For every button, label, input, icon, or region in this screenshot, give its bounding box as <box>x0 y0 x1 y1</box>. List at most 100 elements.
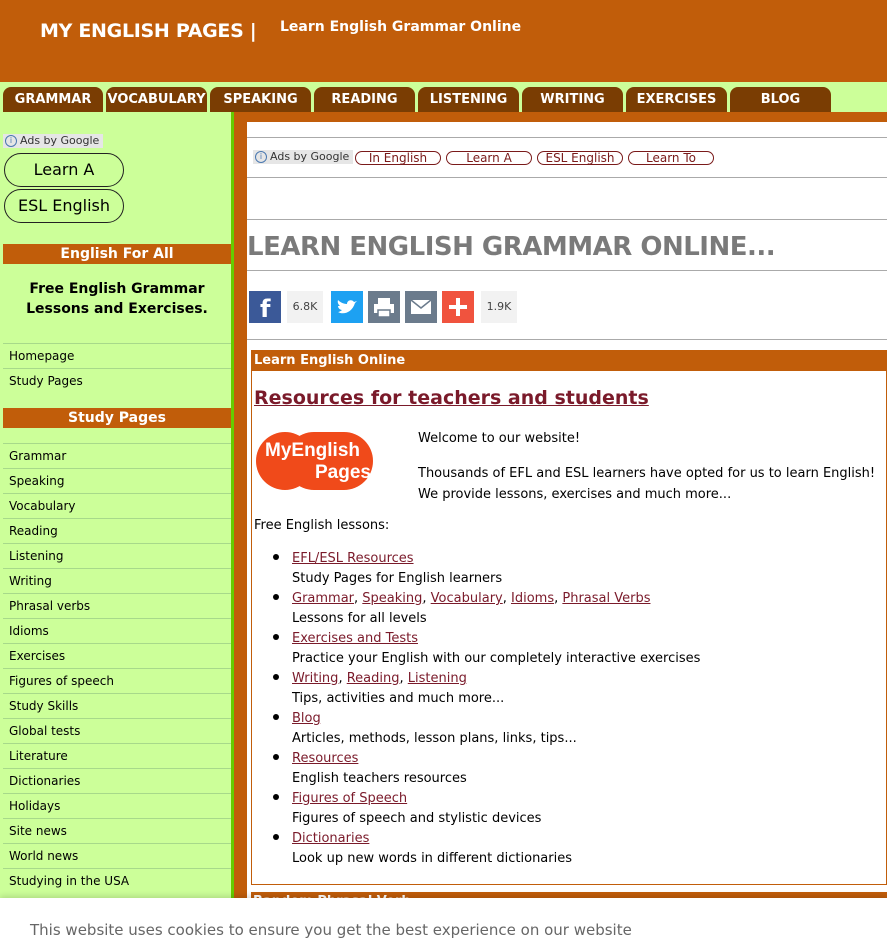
sidebar-ad-learn-a[interactable]: Learn A <box>4 153 124 187</box>
bullet <box>273 794 279 800</box>
list-item: Blog Articles, methods, lesson plans, li… <box>272 709 872 749</box>
sidebar-ad-esl-english[interactable]: ESL English <box>4 189 124 223</box>
logo-graphic: MyEnglish Pages.COM <box>256 432 421 490</box>
logo-line1: MyEnglish <box>265 440 360 461</box>
sidebar-item-studying-in-usa[interactable]: Studying in the USA <box>3 868 231 892</box>
link-figures-of-speech[interactable]: Figures of Speech <box>292 791 407 806</box>
email-share-button[interactable] <box>405 291 437 323</box>
nav-tab-listening[interactable]: LISTENING <box>418 87 519 113</box>
print-icon <box>374 298 394 318</box>
divider <box>247 270 887 271</box>
nav-tab-speaking[interactable]: SPEAKING <box>210 87 311 113</box>
resources-list: EFL/ESL Resources Study Pages for Englis… <box>272 549 872 869</box>
link-speaking[interactable]: Speaking <box>362 591 422 606</box>
bullet <box>273 674 279 680</box>
sidebar-item-writing[interactable]: Writing <box>3 568 231 592</box>
link-dictionaries[interactable]: Dictionaries <box>292 831 369 846</box>
info-icon: i <box>255 151 267 163</box>
sidebar-item-global-tests[interactable]: Global tests <box>3 718 231 742</box>
nav-tab-exercises[interactable]: EXERCISES <box>626 87 727 113</box>
divider <box>247 177 887 178</box>
facebook-icon: f <box>260 295 271 323</box>
nav-tab-writing[interactable]: WRITING <box>522 87 623 113</box>
cookie-banner[interactable]: This website uses cookies to ensure you … <box>0 898 887 952</box>
sidebar-item-holidays[interactable]: Holidays <box>3 793 231 817</box>
more-share-button[interactable] <box>442 291 474 323</box>
sidebar-item-idioms[interactable]: Idioms <box>3 618 231 642</box>
site-header: MY ENGLISH PAGES | Learn English Grammar… <box>0 0 887 84</box>
sidebar-item-study-pages[interactable]: Study Pages <box>3 368 231 392</box>
sidebar-item-grammar[interactable]: Grammar <box>3 443 231 467</box>
list-item: Grammar, Speaking, Vocabulary, Idioms, P… <box>272 589 872 629</box>
main-area: i Ads by Google In English Learn A ESL En… <box>234 112 887 952</box>
sidebar-item-world-news[interactable]: World news <box>3 843 231 867</box>
sidebar-ads-label[interactable]: i Ads by Google <box>3 134 104 148</box>
sidebar-item-listening[interactable]: Listening <box>3 543 231 567</box>
link-resources[interactable]: Resources <box>292 751 358 766</box>
free-lessons-label: Free English lessons: <box>254 518 390 533</box>
top-ad-in-english[interactable]: In English <box>355 151 441 165</box>
item-description: Articles, methods, lesson plans, links, … <box>292 731 577 746</box>
sidebar-item-study-skills[interactable]: Study Skills <box>3 693 231 717</box>
sidebar-section-title: Study Pages <box>3 408 231 428</box>
nav-tab-reading[interactable]: READING <box>314 87 415 113</box>
intro-text: Thousands of EFL and ESL learners have o… <box>418 466 876 502</box>
top-ads-label[interactable]: i Ads by Google <box>253 150 354 164</box>
top-ad-learn-a[interactable]: Learn A <box>446 151 532 165</box>
divider <box>247 339 887 340</box>
sidebar-item-dictionaries[interactable]: Dictionaries <box>3 768 231 792</box>
facebook-share-button[interactable]: f <box>249 291 281 323</box>
link-idioms[interactable]: Idioms <box>511 591 554 606</box>
site-logo[interactable]: MyEnglish Pages.COM <box>255 431 421 490</box>
list-item: EFL/ESL Resources Study Pages for Englis… <box>272 549 872 589</box>
link-writing[interactable]: Writing <box>292 671 338 686</box>
cookie-text: This website uses cookies to ensure you … <box>30 921 632 939</box>
divider <box>247 219 887 220</box>
twitter-icon <box>337 300 357 314</box>
link-vocabulary[interactable]: Vocabulary <box>431 591 503 606</box>
bullet <box>273 554 279 560</box>
nav-tab-blog[interactable]: BLOG <box>730 87 831 113</box>
info-icon: i <box>5 135 17 147</box>
ads-label-text: Ads by Google <box>270 150 350 163</box>
svg-text:f: f <box>260 295 271 323</box>
email-icon <box>410 299 432 314</box>
link-listening[interactable]: Listening <box>408 671 467 686</box>
nav-tab-vocabulary[interactable]: VOCABULARY <box>106 87 207 113</box>
sidebar-item-vocabulary[interactable]: Vocabulary <box>3 493 231 517</box>
welcome-text: Welcome to our website! <box>418 431 581 446</box>
link-efl-esl-resources[interactable]: EFL/ESL Resources <box>292 551 414 566</box>
bullet <box>273 714 279 720</box>
link-exercises-and-tests[interactable]: Exercises and Tests <box>292 631 418 646</box>
item-description: Lessons for all levels <box>292 611 427 626</box>
bullet <box>273 634 279 640</box>
bullet <box>273 754 279 760</box>
sidebar-item-figures-of-speech[interactable]: Figures of speech <box>3 668 231 692</box>
item-description: Practice your English with our completel… <box>292 651 701 666</box>
link-blog[interactable]: Blog <box>292 711 321 726</box>
divider <box>247 137 887 138</box>
learn-english-box: Learn English Online Resources for teach… <box>251 350 887 885</box>
twitter-share-button[interactable] <box>331 291 363 323</box>
sidebar-item-homepage[interactable]: Homepage <box>3 343 231 367</box>
print-share-button[interactable] <box>368 291 400 323</box>
sidebar-section-title: English For All <box>3 244 231 264</box>
ads-label-text: Ads by Google <box>20 134 100 147</box>
box-title: Learn English Online <box>252 351 887 371</box>
link-phrasal-verbs[interactable]: Phrasal Verbs <box>562 591 650 606</box>
sidebar-item-speaking[interactable]: Speaking <box>3 468 231 492</box>
list-item: Figures of Speech Figures of speech and … <box>272 789 872 829</box>
bullet <box>273 834 279 840</box>
link-reading[interactable]: Reading <box>347 671 400 686</box>
top-ad-esl-english[interactable]: ESL English <box>537 151 623 165</box>
nav-tab-grammar[interactable]: GRAMMAR <box>3 87 103 113</box>
sidebar-item-literature[interactable]: Literature <box>3 743 231 767</box>
sidebar-item-exercises[interactable]: Exercises <box>3 643 231 667</box>
sidebar-item-phrasal-verbs[interactable]: Phrasal verbs <box>3 593 231 617</box>
top-ad-learn-to[interactable]: Learn To <box>628 151 714 165</box>
sidebar-item-reading[interactable]: Reading <box>3 518 231 542</box>
link-grammar[interactable]: Grammar <box>292 591 354 606</box>
site-title[interactable]: MY ENGLISH PAGES | <box>40 20 257 42</box>
sidebar-item-site-news[interactable]: Site news <box>3 818 231 842</box>
resources-title[interactable]: Resources for teachers and students <box>254 387 649 409</box>
